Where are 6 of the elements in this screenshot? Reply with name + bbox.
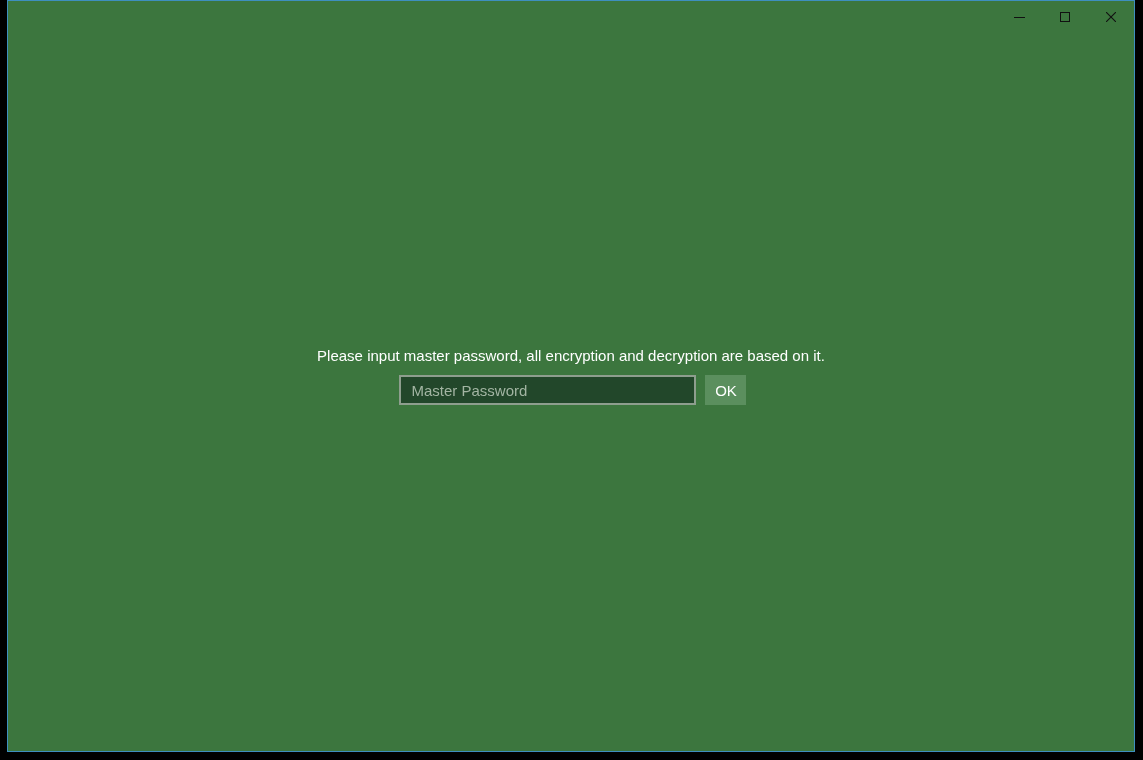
ok-button[interactable]: OK xyxy=(705,375,747,405)
prompt-message: Please input master password, all encryption and decryption are based on it. xyxy=(317,346,825,366)
password-field[interactable]: Master Password xyxy=(399,375,697,405)
maximize-icon xyxy=(1060,12,1070,22)
minimize-icon xyxy=(1013,16,1025,18)
close-icon xyxy=(1106,12,1116,22)
